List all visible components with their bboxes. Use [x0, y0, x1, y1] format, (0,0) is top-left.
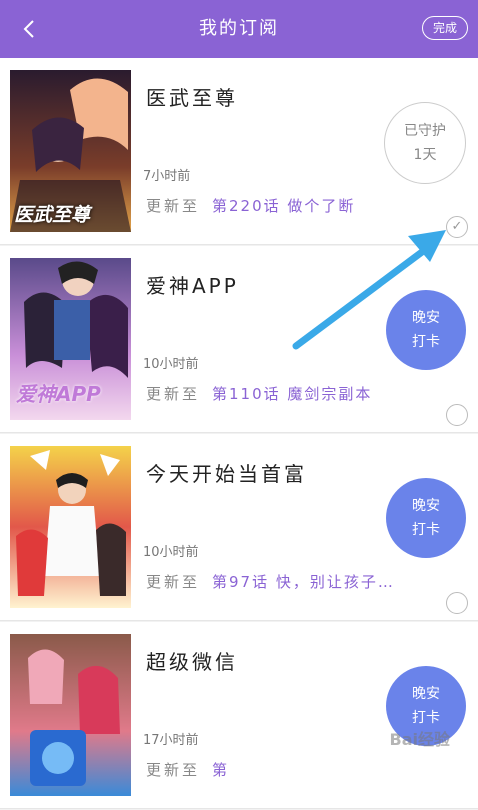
badge-line1: 晚安: [412, 686, 440, 702]
update-time: 7小时前: [143, 169, 191, 184]
update-time: 17小时前: [143, 733, 199, 748]
update-prefix: 更新至: [146, 573, 201, 591]
comic-title: 今天开始当首富: [146, 462, 307, 486]
badge-line1: 已守护: [404, 123, 446, 139]
badge-line2: 打卡: [412, 522, 440, 538]
list-item[interactable]: 爱神APP 爱神APP 10小时前 更新至 第110话 魔剑宗副本 晚安 打卡: [0, 246, 478, 433]
guard-badge[interactable]: 已守护 1天: [384, 102, 466, 184]
comic-title: 超级微信: [146, 650, 238, 674]
update-time: 10小时前: [143, 357, 199, 372]
cover-title: 医武至尊: [14, 204, 91, 226]
checkin-button[interactable]: 晚安 打卡: [386, 478, 466, 558]
list-item[interactable]: 医武至尊 医武至尊 7小时前 更新至 第220话 做个了断 已守护 1天 ✓: [0, 58, 478, 245]
update-prefix: 更新至: [146, 197, 201, 215]
subscription-list: 医武至尊 医武至尊 7小时前 更新至 第220话 做个了断 已守护 1天 ✓ 爱…: [0, 58, 478, 810]
checkin-button[interactable]: 晚安 打卡: [386, 290, 466, 370]
list-item[interactable]: 超级微信 17小时前 更新至第 晚安 打卡: [0, 622, 478, 809]
chapter-label: 第97话 快，别让孩子…: [212, 573, 395, 591]
update-prefix: 更新至: [146, 385, 201, 403]
select-checkbox[interactable]: ✓: [446, 216, 468, 238]
comic-title: 医武至尊: [146, 86, 238, 110]
page-title: 我的订阅: [199, 18, 279, 39]
latest-chapter: 更新至 第220话 做个了断: [146, 195, 406, 216]
comic-cover[interactable]: [10, 634, 131, 796]
badge-line1: 晚安: [412, 498, 440, 514]
badge-line2: 打卡: [412, 334, 440, 350]
badge-line2: 1天: [413, 147, 437, 163]
check-icon: ✓: [451, 219, 463, 234]
chapter-label: 第220话 做个了断: [212, 197, 356, 215]
watermark: Bai经验: [389, 730, 450, 749]
select-checkbox[interactable]: [446, 404, 468, 426]
update-time: 10小时前: [143, 545, 199, 560]
done-button[interactable]: 完成: [422, 16, 468, 40]
chapter-label: 第110话 魔剑宗副本: [212, 385, 373, 403]
comic-cover[interactable]: 医武至尊: [10, 70, 131, 232]
latest-chapter: 更新至第: [146, 759, 406, 780]
top-bar: 我的订阅 完成: [0, 0, 478, 58]
latest-chapter: 更新至 第110话 魔剑宗副本: [146, 383, 406, 404]
select-checkbox[interactable]: [446, 592, 468, 614]
badge-line1: 晚安: [412, 310, 440, 326]
latest-chapter: 更新至 第97话 快，别让孩子…: [146, 571, 406, 592]
list-item[interactable]: 今天开始当首富 10小时前 更新至 第97话 快，别让孩子… 晚安 打卡: [0, 434, 478, 621]
comic-cover[interactable]: 爱神APP: [10, 258, 131, 420]
comic-title: 爱神APP: [146, 274, 239, 298]
cover-title: 爱神APP: [16, 382, 101, 406]
comic-cover[interactable]: [10, 446, 131, 608]
